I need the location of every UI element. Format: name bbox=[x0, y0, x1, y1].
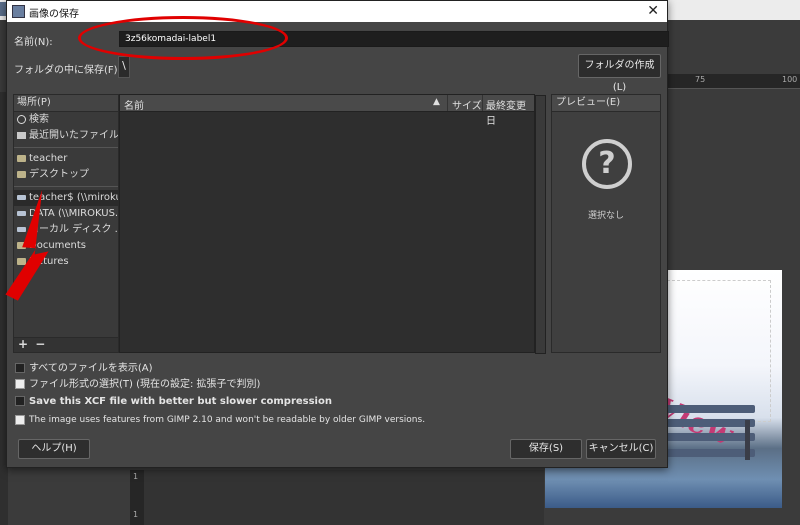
annotation-ellipse bbox=[78, 16, 288, 60]
question-mark-icon: ? bbox=[582, 139, 632, 189]
search-icon bbox=[17, 114, 26, 124]
preview-empty-text: 選択なし bbox=[587, 211, 624, 221]
compatibility-notice[interactable]: The image uses features from GIMP 2.10 a… bbox=[15, 414, 425, 428]
places-item-desktop[interactable]: デスクトップ bbox=[14, 167, 118, 183]
ruler-label: 1 bbox=[133, 472, 139, 481]
places-item-search[interactable]: 検索 bbox=[14, 112, 118, 128]
file-type-label: ファイル形式の選択(T) (現在の設定: 拡張子で判別) bbox=[29, 379, 261, 390]
horizontal-ruler: 75 100 bbox=[662, 74, 800, 89]
preview-header[interactable]: プレビュー(E) bbox=[552, 95, 660, 112]
ruler-label: 1 bbox=[133, 510, 139, 519]
file-type-expander[interactable]: ファイル形式の選択(T) (現在の設定: 拡張子で判別) bbox=[15, 379, 260, 393]
places-header: 場所(P) bbox=[14, 95, 118, 112]
column-size[interactable]: サイズ bbox=[452, 97, 482, 112]
gimp-icon bbox=[12, 5, 25, 18]
file-list[interactable]: 名前 ▲ サイズ 最終変更日 bbox=[119, 94, 546, 354]
folder-icon bbox=[17, 170, 26, 178]
places-item-label: 検索 bbox=[29, 114, 49, 125]
places-item-label: teacher bbox=[29, 153, 68, 164]
save-button[interactable]: 保存(S) bbox=[510, 439, 582, 459]
file-list-scrollbar[interactable] bbox=[535, 95, 546, 354]
column-modified[interactable]: 最終変更日 bbox=[486, 97, 534, 127]
places-item-teacher[interactable]: teacher bbox=[14, 151, 118, 167]
file-list-header: 名前 ▲ サイズ 最終変更日 bbox=[120, 95, 534, 127]
close-icon[interactable]: ✕ bbox=[647, 3, 659, 19]
folder-icon bbox=[17, 154, 26, 162]
places-footer: + − bbox=[14, 337, 118, 352]
bench-leg bbox=[745, 420, 750, 460]
sort-ascending-icon[interactable]: ▲ bbox=[433, 97, 440, 107]
show-all-files-label: すべてのファイルを表示(A) bbox=[29, 363, 153, 374]
checkbox[interactable] bbox=[15, 396, 25, 406]
places-item-label: デスクトップ bbox=[29, 169, 89, 180]
remove-place-button[interactable]: − bbox=[35, 337, 45, 351]
compression-label: Save this XCF file with better but slowe… bbox=[29, 396, 332, 407]
cancel-button[interactable]: キャンセル(C) bbox=[586, 439, 656, 459]
compatibility-label: The image uses features from GIMP 2.10 a… bbox=[29, 415, 426, 425]
help-button[interactable]: ヘルプ(H) bbox=[18, 439, 90, 459]
checkbox[interactable] bbox=[15, 363, 25, 373]
vertical-ruler: 1 1 bbox=[130, 470, 145, 525]
show-all-files-option[interactable]: すべてのファイルを表示(A) bbox=[15, 363, 153, 377]
expander-icon[interactable] bbox=[15, 379, 25, 389]
places-item-label: 最近開いたファイル bbox=[29, 130, 118, 141]
save-in-label: フォルダの中に保存(F): bbox=[14, 65, 121, 76]
compression-option[interactable]: Save this XCF file with better but slowe… bbox=[15, 396, 332, 410]
ruler-label: 75 bbox=[695, 75, 706, 84]
annotation-arrow bbox=[5, 189, 49, 301]
dialog-titlebar: 画像の保存 ✕ bbox=[7, 1, 667, 22]
expander-icon[interactable] bbox=[15, 414, 25, 425]
name-label: 名前(N): bbox=[14, 37, 53, 48]
path-button[interactable]: \ bbox=[118, 56, 130, 78]
save-image-dialog: 画像の保存 ✕ 名前(N): 3z56komadai-label1 フォルダの中… bbox=[6, 0, 669, 468]
ruler-label: 100 bbox=[782, 75, 798, 84]
column-name[interactable]: 名前 bbox=[124, 97, 144, 112]
canvas-area bbox=[144, 470, 544, 525]
recent-icon bbox=[17, 131, 26, 139]
places-item-recent[interactable]: 最近開いたファイル bbox=[14, 128, 118, 144]
dialog-title: 画像の保存 bbox=[29, 9, 79, 20]
add-place-button[interactable]: + bbox=[18, 337, 28, 351]
preview-panel: プレビュー(E) ? 選択なし bbox=[551, 94, 661, 353]
create-folder-button[interactable]: フォルダの作成(L) bbox=[578, 54, 661, 93]
divider bbox=[14, 147, 118, 148]
